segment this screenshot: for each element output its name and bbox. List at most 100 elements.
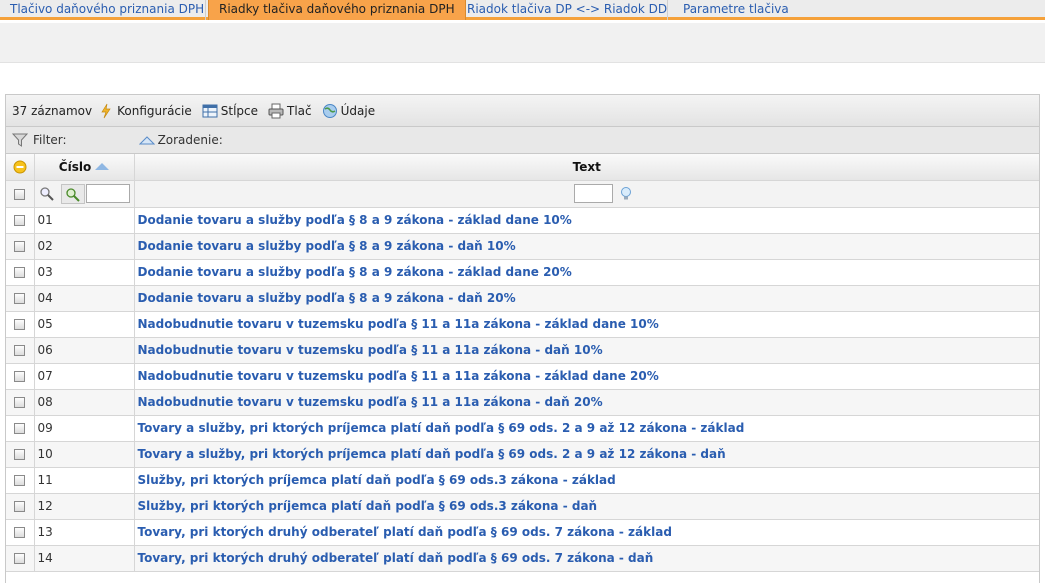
row-text-link[interactable]: Tovary, pri ktorých druhý odberateľ plat… <box>138 525 672 539</box>
row-checkbox[interactable] <box>14 397 26 408</box>
printer-icon <box>268 103 284 119</box>
sort-asc-icon <box>95 162 110 170</box>
print-button[interactable]: Tlač <box>268 103 312 119</box>
row-text-link[interactable]: Tovary a služby, pri ktorých príjemca pl… <box>138 447 726 461</box>
row-number: 02 <box>34 233 135 260</box>
row-text-cell: Nadobudnutie tovaru v tuzemsku podľa § 1… <box>134 311 1039 338</box>
table-row[interactable]: 01 Dodanie tovaru a služby podľa § 8 a 9… <box>6 207 1039 234</box>
number-filter-input[interactable] <box>85 184 130 203</box>
row-check-cell <box>6 545 35 572</box>
filter-button[interactable]: Filter: <box>11 132 67 148</box>
table-row[interactable]: 12 Služby, pri ktorých príjemca platí da… <box>6 493 1039 520</box>
row-text-link[interactable]: Nadobudnutie tovaru v tuzemsku podľa § 1… <box>138 317 659 331</box>
text-filter-input[interactable] <box>574 184 614 203</box>
row-checkbox[interactable] <box>14 215 26 226</box>
row-check-cell <box>6 467 35 494</box>
table-row[interactable]: 14 Tovary, pri ktorých druhý odberateľ p… <box>6 545 1039 572</box>
row-text-link[interactable]: Nadobudnutie tovaru v tuzemsku podľa § 1… <box>138 369 659 383</box>
globe-icon <box>322 103 338 119</box>
filter-bar: Filter: Zoradenie: <box>6 127 1039 154</box>
minus-circle-icon[interactable] <box>13 160 27 174</box>
row-check-cell <box>6 207 35 234</box>
row-text-link[interactable]: Dodanie tovaru a služby podľa § 8 a 9 zá… <box>138 291 516 305</box>
row-check-cell <box>6 519 35 546</box>
row-check-cell <box>6 493 35 520</box>
data-button[interactable]: Údaje <box>322 103 375 119</box>
lightbulb-icon[interactable] <box>619 186 633 202</box>
table-row[interactable]: 07 Nadobudnutie tovaru v tuzemsku podľa … <box>6 363 1039 390</box>
filter-label: Filter: <box>33 133 67 147</box>
row-text-link[interactable]: Služby, pri ktorých príjemca platí daň p… <box>138 499 598 513</box>
row-text-link[interactable]: Dodanie tovaru a služby podľa § 8 a 9 zá… <box>138 265 572 279</box>
records-grid: 37 záznamov Konfigurácie Stĺpce Tlač Úda… <box>5 94 1040 583</box>
row-text-cell: Nadobudnutie tovaru v tuzemsku podľa § 1… <box>134 363 1039 390</box>
table-row[interactable]: 04 Dodanie tovaru a služby podľa § 8 a 9… <box>6 285 1039 312</box>
header-row: Číslo Text <box>6 154 1039 181</box>
row-number: 05 <box>34 311 135 338</box>
row-check-cell <box>6 363 35 390</box>
table-row[interactable]: 09 Tovary a služby, pri ktorých príjemca… <box>6 415 1039 442</box>
table-row[interactable]: 13 Tovary, pri ktorých druhý odberateľ p… <box>6 519 1039 546</box>
tab-divider <box>667 0 668 20</box>
row-checkbox[interactable] <box>14 241 26 252</box>
table-row[interactable]: 05 Nadobudnutie tovaru v tuzemsku podľa … <box>6 311 1039 338</box>
row-checkbox[interactable] <box>14 527 26 538</box>
row-text-link[interactable]: Tovary a služby, pri ktorých príjemca pl… <box>138 421 745 435</box>
config-label: Konfigurácie <box>117 103 192 118</box>
row-text-link[interactable]: Tovary, pri ktorých druhý odberateľ plat… <box>138 551 654 565</box>
row-text-cell: Dodanie tovaru a služby podľa § 8 a 9 zá… <box>134 259 1039 286</box>
columns-button[interactable]: Stĺpce <box>202 103 258 119</box>
row-checkbox[interactable] <box>14 345 26 356</box>
row-text-link[interactable]: Nadobudnutie tovaru v tuzemsku podľa § 1… <box>138 343 603 357</box>
lightning-icon <box>98 103 114 119</box>
table-row[interactable]: 11 Služby, pri ktorých príjemca platí da… <box>6 467 1039 494</box>
sort-label: Zoradenie: <box>157 133 223 147</box>
row-text-link[interactable]: Dodanie tovaru a služby podľa § 8 a 9 zá… <box>138 239 516 253</box>
config-button[interactable]: Konfigurácie <box>98 103 192 119</box>
tab-parameters[interactable]: Parametre tlačiva <box>673 0 799 20</box>
row-checkbox[interactable] <box>14 293 26 304</box>
column-header-text[interactable]: Text <box>134 154 1039 181</box>
magnifier-plus-icon[interactable] <box>60 183 85 204</box>
row-checkbox[interactable] <box>14 423 26 434</box>
row-checkbox[interactable] <box>14 267 26 278</box>
row-checkbox[interactable] <box>14 319 26 330</box>
row-checkbox[interactable] <box>14 371 26 382</box>
row-check-cell <box>6 311 35 338</box>
row-text-cell: Služby, pri ktorých príjemca platí daň p… <box>134 467 1039 494</box>
table-row[interactable]: 06 Nadobudnutie tovaru v tuzemsku podľa … <box>6 337 1039 364</box>
row-number: 14 <box>34 545 135 572</box>
row-checkbox[interactable] <box>14 475 26 486</box>
tab-form[interactable]: Tlačivo daňového priznania DPH <box>0 0 214 20</box>
sort-asc-icon <box>138 132 155 148</box>
tab-divider <box>205 0 206 20</box>
row-number: 06 <box>34 337 135 364</box>
row-text-link[interactable]: Služby, pri ktorých príjemca platí daň p… <box>138 473 616 487</box>
select-all-cell[interactable] <box>6 154 35 181</box>
table-row[interactable]: 03 Dodanie tovaru a služby podľa § 8 a 9… <box>6 259 1039 286</box>
tab-form-rows[interactable]: Riadky tlačiva daňového priznania DPH <box>208 0 466 20</box>
row-text-cell: Tovary, pri ktorých druhý odberateľ plat… <box>134 519 1039 546</box>
row-text-cell: Tovary a služby, pri ktorých príjemca pl… <box>134 441 1039 468</box>
row-check-cell <box>6 259 35 286</box>
row-checkbox[interactable] <box>14 501 26 512</box>
row-number: 12 <box>34 493 135 520</box>
columns-icon <box>202 103 218 119</box>
row-checkbox[interactable] <box>14 449 26 460</box>
table-row[interactable]: 02 Dodanie tovaru a služby podľa § 8 a 9… <box>6 233 1039 260</box>
row-text-link[interactable]: Dodanie tovaru a služby podľa § 8 a 9 zá… <box>138 213 572 227</box>
table-row[interactable]: 08 Nadobudnutie tovaru v tuzemsku podľa … <box>6 389 1039 416</box>
row-check-cell <box>6 285 35 312</box>
number-filter-cell <box>34 180 135 208</box>
row-check-cell <box>6 389 35 416</box>
sort-button[interactable]: Zoradenie: <box>138 132 223 148</box>
row-checkbox[interactable] <box>14 553 26 564</box>
column-header-number[interactable]: Číslo <box>34 154 135 181</box>
row-text-cell: Nadobudnutie tovaru v tuzemsku podľa § 1… <box>134 337 1039 364</box>
grid-toolbar: 37 záznamov Konfigurácie Stĺpce Tlač Úda… <box>6 95 1039 127</box>
tab-row-mapping[interactable]: Riadok tlačiva DP <-> Riadok DD <box>457 0 677 20</box>
row-text-link[interactable]: Nadobudnutie tovaru v tuzemsku podľa § 1… <box>138 395 603 409</box>
magnifier-icon[interactable] <box>39 186 55 202</box>
filter-row-checkbox[interactable] <box>14 188 26 200</box>
table-row[interactable]: 10 Tovary a služby, pri ktorých príjemca… <box>6 441 1039 468</box>
